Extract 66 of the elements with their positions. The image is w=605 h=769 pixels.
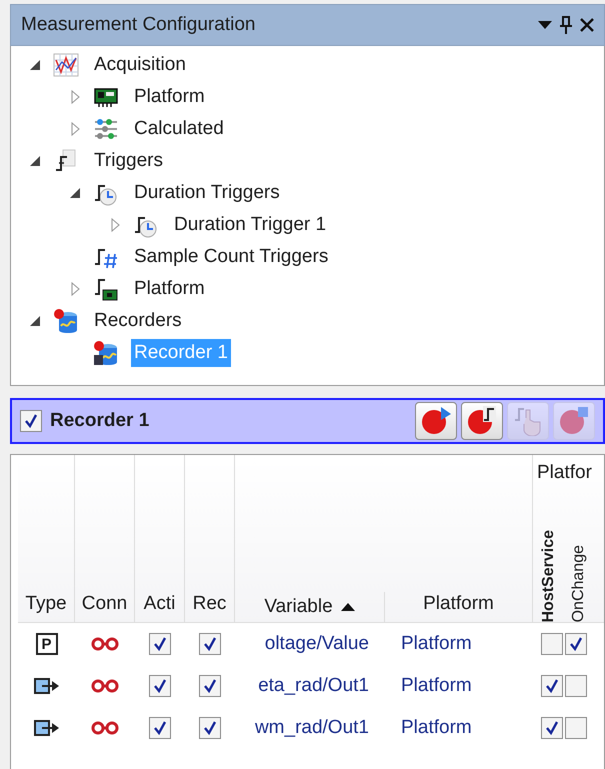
column-header[interactable]: HostService bbox=[537, 526, 561, 622]
column-header[interactable]: Conn bbox=[75, 455, 135, 622]
check-mark-icon bbox=[202, 678, 218, 694]
check-mark-icon bbox=[568, 636, 584, 652]
checkbox[interactable] bbox=[541, 717, 563, 739]
table-cell-text: Platform bbox=[401, 674, 472, 698]
check-mark-icon bbox=[544, 678, 560, 694]
sort-arrow-icon bbox=[340, 602, 355, 612]
database-icon bbox=[53, 308, 79, 334]
chain-link-icon bbox=[91, 637, 119, 651]
checkbox[interactable] bbox=[199, 717, 221, 739]
check-mark-icon bbox=[23, 413, 39, 429]
parameter-type-icon: P bbox=[36, 633, 58, 655]
recorder-title: Recorder 1 bbox=[50, 408, 150, 433]
check-mark-icon bbox=[152, 636, 168, 652]
sliders-icon bbox=[93, 116, 119, 142]
column-group-header: Platfor bbox=[536, 461, 593, 485]
signal-output-icon bbox=[34, 676, 60, 696]
checkbox[interactable] bbox=[20, 410, 42, 432]
panel-title: Measurement Configuration bbox=[21, 12, 256, 37]
board-trigger-icon bbox=[93, 276, 119, 302]
tree-item[interactable]: Platform bbox=[131, 83, 208, 111]
tree-item[interactable]: Recorders bbox=[91, 307, 185, 335]
chain-link-icon bbox=[91, 679, 119, 693]
tree-item[interactable]: Platform bbox=[131, 275, 208, 303]
signal-output-icon bbox=[34, 718, 60, 738]
checkbox[interactable] bbox=[149, 717, 171, 739]
column-header[interactable]: Type bbox=[18, 455, 75, 622]
table-cell-text: Platform bbox=[401, 632, 472, 656]
checkbox[interactable] bbox=[565, 717, 587, 739]
check-mark-icon bbox=[202, 720, 218, 736]
chart-icon bbox=[53, 52, 79, 78]
tree-item[interactable]: Calculated bbox=[131, 115, 227, 143]
tree-item[interactable]: Sample Count Triggers bbox=[131, 243, 332, 271]
column-header[interactable]: Rec bbox=[185, 455, 235, 622]
checkbox[interactable] bbox=[149, 633, 171, 655]
check-mark-icon bbox=[152, 678, 168, 694]
checkbox[interactable] bbox=[565, 675, 587, 697]
column-header[interactable]: Platform bbox=[385, 455, 533, 622]
tree-item[interactable]: Triggers bbox=[91, 147, 166, 175]
table-cell-text: oltage/Value bbox=[264, 632, 369, 656]
table-cell-text: wm_rad/Out1 bbox=[254, 716, 369, 740]
record-trigger-button[interactable] bbox=[461, 402, 503, 440]
check-mark-icon bbox=[202, 636, 218, 652]
tree-item[interactable]: Duration Triggers bbox=[131, 179, 283, 207]
tree-item[interactable]: Duration Trigger 1 bbox=[171, 211, 330, 239]
record-start-button[interactable] bbox=[415, 402, 457, 440]
checkbox[interactable] bbox=[541, 675, 563, 697]
pin-icon[interactable] bbox=[560, 16, 572, 34]
close-icon[interactable] bbox=[580, 18, 594, 32]
table-cell-text: Platform bbox=[401, 716, 472, 740]
checkbox[interactable] bbox=[199, 675, 221, 697]
checkbox[interactable] bbox=[199, 633, 221, 655]
table-cell-text: eta_rad/Out1 bbox=[258, 674, 369, 698]
column-header[interactable]: Acti bbox=[135, 455, 185, 622]
dropdown-icon[interactable] bbox=[538, 20, 552, 30]
column-header[interactable]: OnChange bbox=[567, 540, 591, 622]
database-icon bbox=[93, 340, 119, 366]
check-mark-icon bbox=[152, 720, 168, 736]
checkbox[interactable] bbox=[149, 675, 171, 697]
checkbox[interactable] bbox=[565, 633, 587, 655]
column-header[interactable]: Variable bbox=[235, 592, 385, 622]
checkbox[interactable] bbox=[541, 633, 563, 655]
chain-link-icon bbox=[91, 721, 119, 735]
tree-item[interactable]: Acquisition bbox=[91, 51, 189, 79]
check-mark-icon bbox=[544, 720, 560, 736]
